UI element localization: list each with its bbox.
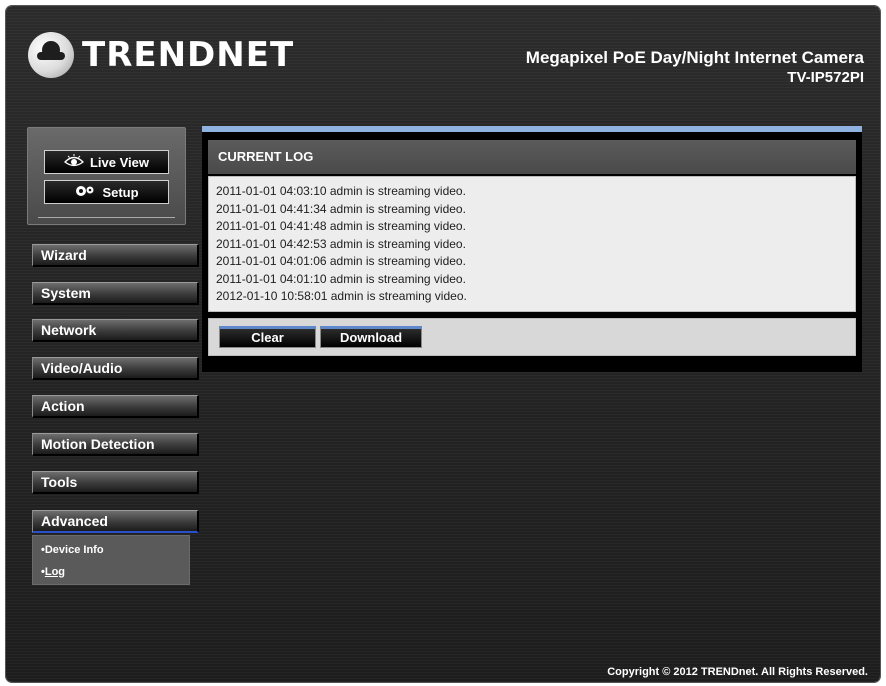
- nav-item-motion-detection[interactable]: Motion Detection: [32, 433, 199, 456]
- nav-item-tools[interactable]: Tools: [32, 471, 199, 494]
- log-entry: 2012-01-10 10:58:01 admin is streaming v…: [216, 289, 467, 303]
- nav-item-action[interactable]: Action: [32, 395, 199, 418]
- submenu-label: Device Info: [44, 544, 104, 556]
- box-divider: [38, 217, 175, 218]
- product-header: Megapixel PoE Day/Night Internet Camera …: [526, 48, 864, 86]
- log-actions: Clear Download: [208, 318, 856, 356]
- eye-icon: [64, 153, 84, 171]
- submenu-item-log[interactable]: •Log: [41, 566, 65, 578]
- brand-name: TRENDNET: [82, 35, 295, 75]
- advanced-submenu: •Device Info •Log: [32, 535, 190, 585]
- setup-label: Setup: [102, 184, 139, 200]
- log-entry: 2011-01-01 04:01:06 admin is streaming v…: [216, 254, 466, 268]
- log-entry: 2011-01-01 04:41:34 admin is streaming v…: [216, 201, 466, 216]
- setup-button[interactable]: Setup: [44, 180, 169, 204]
- nav-item-advanced[interactable]: Advanced: [32, 510, 199, 533]
- page-frame: TRENDNET Megapixel PoE Day/Night Interne…: [6, 6, 880, 682]
- log-title: CURRENT LOG: [208, 140, 856, 174]
- nav-item-network[interactable]: Network: [32, 319, 199, 342]
- download-button[interactable]: Download: [320, 326, 422, 348]
- submenu-item-device-info[interactable]: •Device Info: [41, 544, 104, 556]
- log-list[interactable]: 2011-01-01 04:03:10 admin is streaming v…: [208, 176, 856, 312]
- log-entry: 2011-01-01 04:01:10 admin is streaming v…: [216, 271, 466, 286]
- log-entry: 2011-01-01 04:03:10 admin is streaming v…: [216, 184, 466, 198]
- submenu-label: Log: [44, 566, 66, 578]
- product-model: TV-IP572PI: [787, 69, 864, 86]
- view-mode-box: Live View Setup: [27, 127, 186, 225]
- log-entry: 2011-01-01 04:42:53 admin is streaming v…: [216, 236, 466, 251]
- log-panel: CURRENT LOG 2011-01-01 04:03:10 admin is…: [202, 126, 862, 372]
- gears-icon: [74, 184, 96, 201]
- nav-item-system[interactable]: System: [32, 282, 199, 305]
- nav-item-wizard[interactable]: Wizard: [32, 244, 199, 267]
- log-entry: 2011-01-01 04:41:48 admin is streaming v…: [216, 219, 466, 233]
- live-view-button[interactable]: Live View: [44, 150, 169, 174]
- clear-button[interactable]: Clear: [219, 326, 316, 348]
- nav-item-video-audio[interactable]: Video/Audio: [32, 357, 199, 380]
- brand-logo: TRENDNET: [28, 30, 294, 80]
- trendnet-logo-icon: [28, 32, 74, 78]
- live-view-label: Live View: [89, 154, 149, 170]
- product-title: Megapixel PoE Day/Night Internet Camera: [525, 48, 864, 67]
- copyright-text: Copyright © 2012 TRENDnet. All Rights Re…: [607, 666, 868, 678]
